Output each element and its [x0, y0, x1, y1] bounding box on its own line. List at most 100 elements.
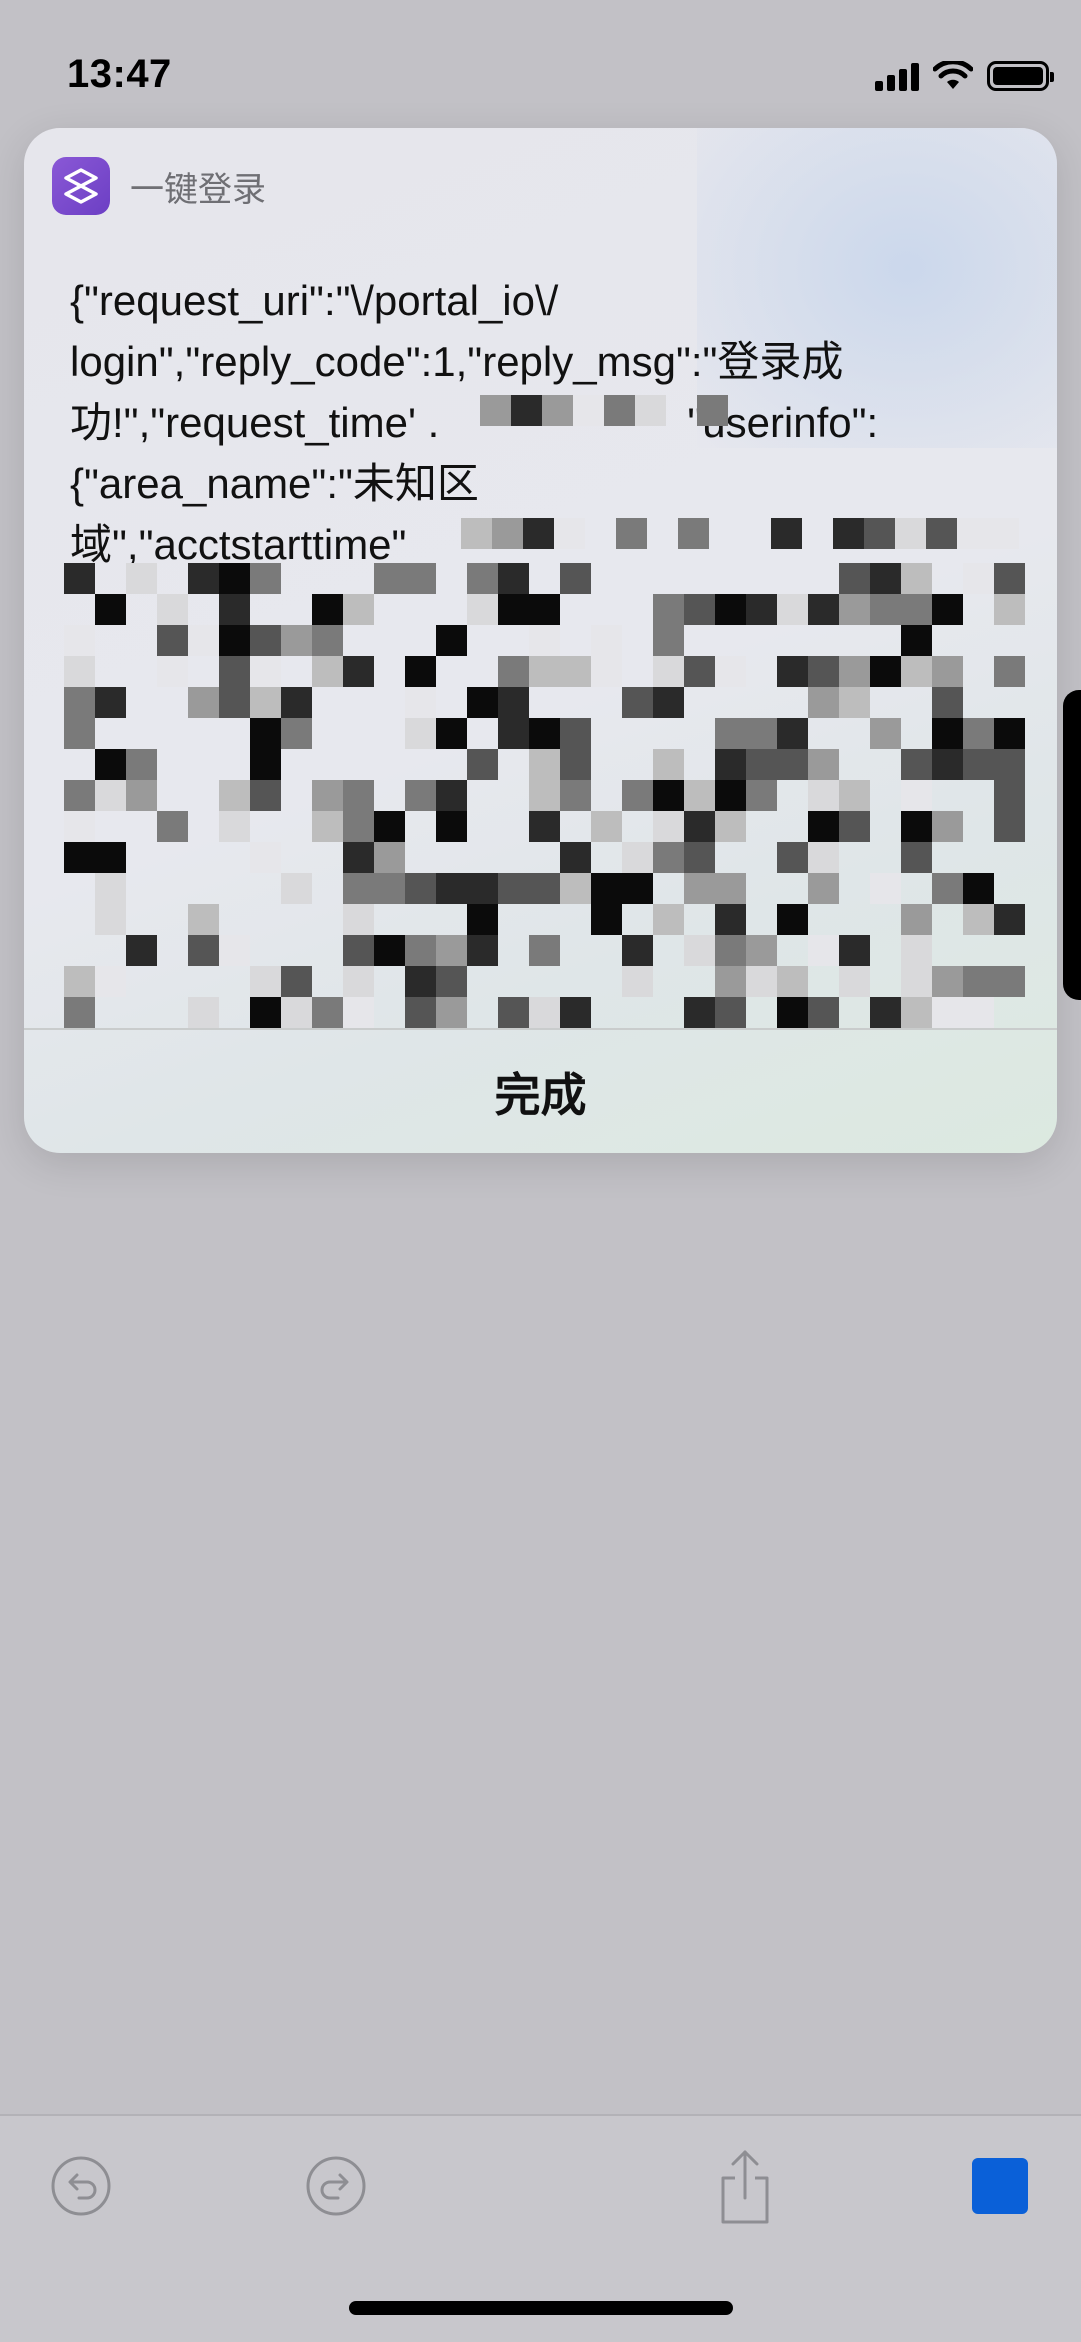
mosaic-pixel: [715, 656, 746, 687]
mosaic-pixel: [684, 656, 715, 687]
mosaic-pixel: [746, 594, 777, 625]
mosaic-pixel: [777, 842, 808, 873]
shortcuts-icon: [52, 157, 110, 215]
mosaic-pixel: [281, 873, 312, 904]
mosaic-pixel: [715, 997, 746, 1028]
mosaic-pixel: [529, 718, 560, 749]
mosaic-pixel: [870, 873, 901, 904]
mosaic-pixel: [932, 594, 963, 625]
mosaic-pixel: [622, 687, 653, 718]
mosaic-pixel: [250, 749, 281, 780]
mosaic-pixel: [250, 687, 281, 718]
mosaic-pixel: [901, 966, 932, 997]
mosaic-pixel: [560, 780, 591, 811]
mosaic-pixel: [64, 966, 95, 997]
wifi-icon: [933, 61, 973, 89]
mosaic-pixel: [808, 811, 839, 842]
mosaic-pixel: [343, 811, 374, 842]
mosaic-pixel: [994, 594, 1025, 625]
mosaic-pixel: [219, 780, 250, 811]
mosaic-pixel: [684, 873, 715, 904]
mosaic-pixel: [715, 780, 746, 811]
background-edge: [1063, 690, 1081, 1000]
mosaic-pixel: [870, 656, 901, 687]
mosaic-pixel: [188, 687, 219, 718]
mosaic-pixel: [808, 873, 839, 904]
mosaic-pixel: [95, 780, 126, 811]
mosaic-pixel: [64, 625, 95, 656]
undo-button[interactable]: [41, 2146, 121, 2226]
redacted-mosaic: [64, 395, 1025, 1028]
mosaic-pixel: [436, 966, 467, 997]
mosaic-pixel: [498, 687, 529, 718]
mosaic-pixel: [219, 687, 250, 718]
mosaic-pixel: [374, 811, 405, 842]
redo-button[interactable]: [296, 2146, 376, 2226]
mosaic-pixel: [901, 780, 932, 811]
stop-button[interactable]: [960, 2146, 1040, 2226]
mosaic-pixel: [684, 997, 715, 1028]
mosaic-pixel: [281, 718, 312, 749]
home-indicator: [349, 2301, 733, 2315]
mosaic-pixel: [746, 966, 777, 997]
mosaic-pixel: [901, 749, 932, 780]
mosaic-pixel: [250, 718, 281, 749]
mosaic-pixel: [591, 873, 622, 904]
mosaic-pixel: [219, 594, 250, 625]
done-button[interactable]: 完成: [24, 1030, 1057, 1153]
mosaic-pixel: [467, 749, 498, 780]
status-bar: 13:47: [0, 0, 1081, 120]
mosaic-pixel: [343, 842, 374, 873]
mosaic-pixel: [963, 904, 994, 935]
cellular-signal-icon: [875, 61, 919, 91]
mosaic-pixel: [281, 625, 312, 656]
mosaic-pixel: [684, 780, 715, 811]
mosaic-pixel: [994, 656, 1025, 687]
mosaic-pixel: [994, 780, 1025, 811]
mosaic-pixel: [95, 594, 126, 625]
mosaic-pixel: [436, 718, 467, 749]
app-name: 一键登录: [130, 170, 266, 209]
message-line: 域","acctstarttime": [70, 521, 407, 568]
mosaic-pixel: [64, 997, 95, 1028]
mosaic-pixel: [870, 718, 901, 749]
mosaic-pixel: [653, 687, 684, 718]
mosaic-pixel: [994, 966, 1025, 997]
mosaic-pixel: [498, 718, 529, 749]
mosaic-pixel: [932, 687, 963, 718]
mosaic-pixel: [312, 811, 343, 842]
mosaic-pixel: [405, 997, 436, 1028]
mosaic-pixel: [715, 966, 746, 997]
mosaic-pixel: [157, 811, 188, 842]
mosaic-pixel: [777, 966, 808, 997]
mosaic-pixel: [560, 749, 591, 780]
mosaic-pixel: [591, 904, 622, 935]
message-line-text: "userinfo":: [687, 399, 879, 446]
mosaic-pixel: [467, 687, 498, 718]
mosaic-pixel: [312, 656, 343, 687]
mosaic-pixel: [963, 749, 994, 780]
mosaic-pixel: [932, 656, 963, 687]
mosaic-pixel: [436, 780, 467, 811]
mosaic-pixel: [746, 780, 777, 811]
mosaic-pixel: [64, 718, 95, 749]
mosaic-pixel: [684, 842, 715, 873]
mosaic-pixel: [95, 687, 126, 718]
mosaic-pixel: [436, 811, 467, 842]
mosaic-pixel: [839, 966, 870, 997]
mosaic-pixel: [436, 997, 467, 1028]
mosaic-pixel: [250, 656, 281, 687]
mosaic-pixel: [467, 873, 498, 904]
mosaic-pixel: [529, 780, 560, 811]
mosaic-pixel: [126, 749, 157, 780]
mosaic-pixel: [622, 780, 653, 811]
mosaic-pixel: [467, 904, 498, 935]
mosaic-pixel: [963, 873, 994, 904]
share-button[interactable]: [705, 2146, 785, 2226]
shortcut-result-notification: 一键登录 {"request_uri":"\/portal_io\/ login…: [24, 128, 1057, 1153]
mosaic-pixel: [684, 594, 715, 625]
status-icons: [875, 56, 1054, 96]
mosaic-pixel: [436, 625, 467, 656]
mosaic-pixel: [777, 749, 808, 780]
mosaic-pixel: [95, 842, 126, 873]
